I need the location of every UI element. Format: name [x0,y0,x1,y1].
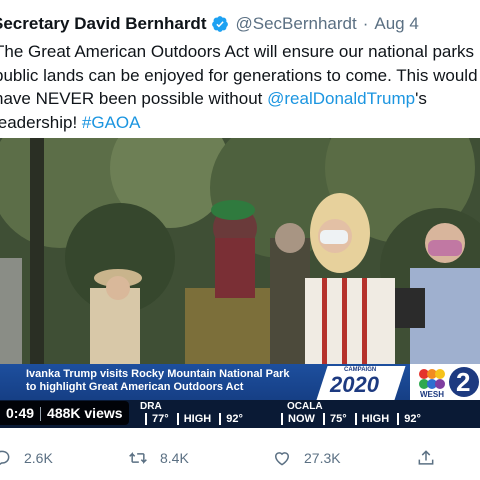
separator-dot: · [362,14,369,33]
elapsed-time: 0:49 [6,405,35,421]
tweet[interactable]: Secretary David Bernhardt @SecBernhardt … [0,0,480,480]
ticker-divider [281,413,283,426]
ticker-now-label-2: NOW [288,413,315,425]
ticker-high-temp-2: 92° [404,413,421,425]
mention-link[interactable]: @realDonaldTrump [267,89,415,108]
tweet-text-line-4-prefix: leadership! [0,112,78,132]
ticker-now-temp-1: 77° [152,413,169,425]
svg-text:2: 2 [456,367,470,397]
reply-icon [0,450,10,465]
tweet-text-line-3-prefix: have NEVER been possible without [0,89,263,108]
video-player[interactable]: Ivanka Trump visits Rocky Mountain Natio… [0,138,480,428]
news-lower-third: Ivanka Trump visits Rocky Mountain Natio… [0,364,480,400]
wesh-2-logo-icon: WESH 2 [419,367,479,399]
ticker-high-temp-1: 92° [226,413,243,425]
heart-icon [274,452,290,466]
ticker-divider [354,413,357,426]
ticker-city-1: DRA [140,401,162,412]
ticker-high-label-2: HIGH [361,413,390,425]
video-time-badge: 0:49 488K views [0,401,129,425]
campaign-2020-logo: 2020 [330,372,379,397]
ticker-divider [145,413,147,426]
handle[interactable]: @SecBernhardt [235,13,356,35]
like-count: 27.3K [304,450,341,466]
tweet-text-line-2: public lands can be enjoyed for generati… [0,65,478,85]
share-icon [418,450,434,465]
lower-third-text: Ivanka Trump visits Rocky Mountain Natio… [26,368,289,394]
ticker-temp-1: 77° HIGH 92° [140,413,243,426]
svg-text:WESH: WESH [420,390,444,399]
view-count: 488K views [47,405,123,421]
retweet-icon [129,452,147,464]
tweet-text-line-1: The Great American Outdoors Act will ens… [0,42,475,61]
tweet-header: Secretary David Bernhardt @SecBernhardt … [0,13,419,35]
retweet-count: 8.4K [160,450,189,466]
like-button[interactable]: 27.3K [272,446,341,470]
hashtag-link[interactable]: #GAOA [82,113,141,132]
mention-suffix: 's [415,89,427,108]
ticker-now-temp-2: 75° [329,413,347,425]
ticker-divider [397,413,400,426]
tweet-actions: 2.6K 8.4K 27.3K [0,446,480,470]
ticker-city-2: OCALA [287,401,323,412]
ticker-divider [322,413,325,426]
tweet-text-line-4: leadership! #GAOA [0,111,480,135]
verified-badge-icon [212,16,229,32]
ticker-divider [219,413,222,426]
display-name[interactable]: Secretary David Bernhardt [0,13,206,35]
lower-third-line-2: to highlight Great American Outdoors Act [26,381,244,393]
retweet-button[interactable]: 8.4K [128,446,189,470]
reply-count: 2.6K [24,450,53,466]
ticker-high-label-1: HIGH [183,413,212,425]
tweet-date[interactable]: Aug 4 [374,13,418,35]
badge-divider [40,407,42,422]
tweet-text-line-3: have NEVER been possible without @realDo… [0,87,480,111]
ticker-divider [176,413,179,426]
reply-button[interactable]: 2.6K [0,446,53,470]
share-button[interactable] [416,446,448,470]
ticker-temp-2: NOW 75° HIGH 92° [276,413,421,426]
lower-third-line-1: Ivanka Trump visits Rocky Mountain Natio… [26,368,290,380]
tweet-text: The Great American Outdoors Act will ens… [0,40,480,134]
station-logo: WESH 2 [410,364,480,400]
